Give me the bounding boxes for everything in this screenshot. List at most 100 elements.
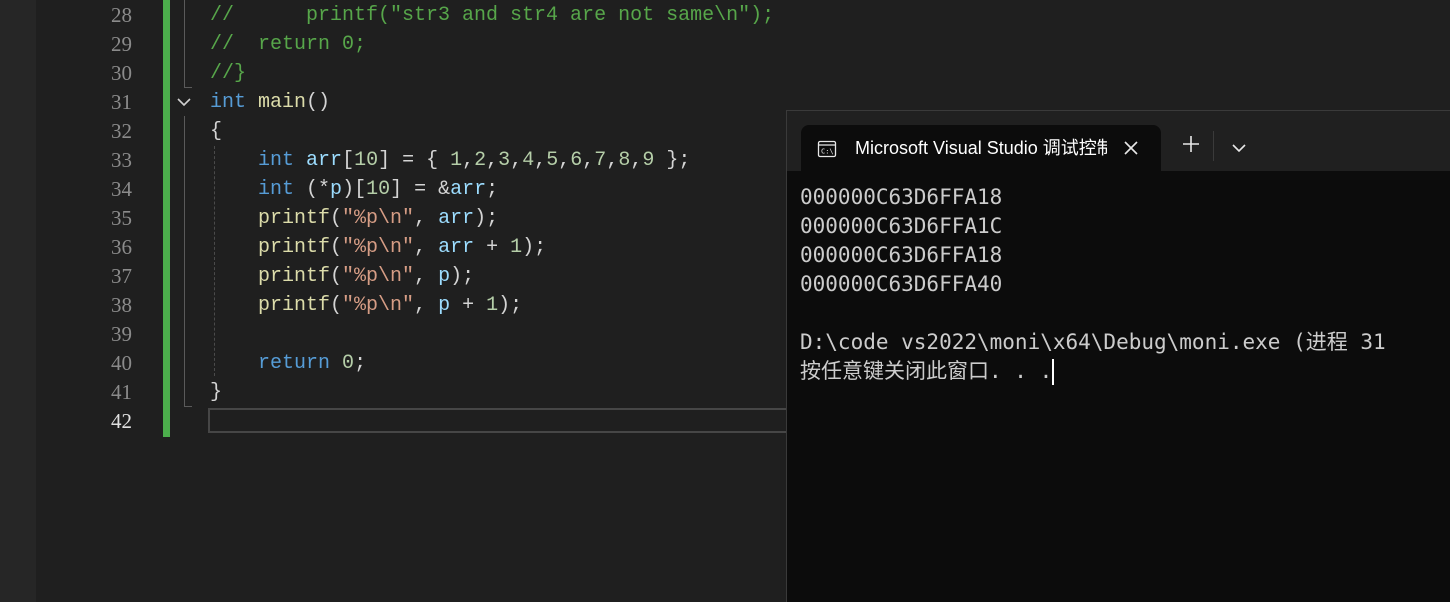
code-token: +: [474, 236, 511, 259]
code-token: };: [654, 149, 691, 172]
code-token: p: [330, 178, 343, 201]
code-line: printf("%p\n", p + 1);: [210, 291, 522, 320]
line-number: 31: [111, 90, 132, 114]
code-token: );: [498, 294, 523, 317]
code-line: }: [210, 378, 222, 407]
code-token: arr: [306, 149, 343, 172]
code-token: printf: [258, 236, 331, 259]
console-tab[interactable]: C:\ Microsoft Visual Studio 调试控制台: [801, 125, 1161, 171]
code-token: "%p\n": [342, 236, 415, 259]
console-line-text: 000000C63D6FFA1C: [800, 214, 1003, 238]
code-token: p: [438, 294, 451, 317]
code-token: (: [330, 236, 343, 259]
code-token: ;: [486, 178, 499, 201]
console-line-text: [800, 301, 813, 325]
code-token: )[: [342, 178, 367, 201]
change-tracking-bar: [163, 0, 170, 437]
code-token: (: [330, 294, 343, 317]
code-token: ,: [534, 149, 547, 172]
code-token: +: [450, 294, 487, 317]
line-number: 42: [111, 409, 132, 433]
code-token: 0: [342, 352, 355, 375]
code-token: (: [330, 207, 343, 230]
line-number: 30: [111, 61, 132, 85]
plus-icon[interactable]: [1179, 132, 1203, 156]
editor-margin: [0, 0, 36, 602]
line-number: 39: [111, 322, 132, 346]
code-token: ,: [606, 149, 619, 172]
current-line-highlight: [208, 408, 798, 433]
tab-title: Microsoft Visual Studio 调试控制台: [855, 138, 1107, 158]
chevron-down-icon[interactable]: [174, 92, 194, 112]
text-cursor: [1052, 359, 1055, 385]
code-token: 1: [486, 294, 499, 317]
code-line: int arr[10] = { 1,2,3,4,5,6,7,8,9 };: [210, 146, 690, 175]
code-token: p: [438, 265, 451, 288]
close-icon[interactable]: [1119, 136, 1143, 160]
chevron-down-icon[interactable]: [1227, 136, 1251, 160]
line-number: 35: [111, 206, 132, 230]
code-token: ,: [414, 236, 439, 259]
console-line: 按任意键关闭此窗口. . .: [800, 357, 1450, 386]
console-line-text: 000000C63D6FFA18: [800, 243, 1003, 267]
code-token: ,: [414, 265, 439, 288]
code-token: //}: [210, 62, 247, 85]
code-token: int: [258, 149, 295, 172]
code-token: 1: [510, 236, 523, 259]
code-token: );: [450, 265, 475, 288]
fold-outline: [184, 0, 185, 88]
code-token: 7: [594, 149, 607, 172]
fold-outline: [184, 116, 185, 406]
line-number: 29: [111, 32, 132, 56]
code-line: printf("%p\n", arr + 1);: [210, 233, 546, 262]
code-token: 2: [474, 149, 487, 172]
code-token: }: [210, 381, 223, 404]
console-line: 000000C63D6FFA1C: [800, 212, 1450, 241]
code-token: 1: [450, 149, 463, 172]
code-token: 5: [546, 149, 559, 172]
code-token: ] = {: [378, 149, 451, 172]
code-line: printf("%p\n", p);: [210, 262, 474, 291]
code-token: {: [210, 120, 223, 143]
code-token: "%p\n": [342, 207, 415, 230]
console-line-text: 按任意键关闭此窗口. . .: [800, 359, 1053, 383]
code-line: // return 0;: [210, 30, 366, 59]
console-line: [800, 299, 1450, 328]
code-line: printf("%p\n", arr);: [210, 204, 498, 233]
code-token: "%p\n": [342, 294, 415, 317]
code-token: int: [258, 178, 295, 201]
line-number: 34: [111, 177, 132, 201]
code-token: printf: [258, 294, 331, 317]
code-token: arr: [438, 236, 475, 259]
console-line: 000000C63D6FFA18: [800, 183, 1450, 212]
line-number: 37: [111, 264, 132, 288]
fold-outline-end: [184, 406, 192, 407]
code-token: ,: [486, 149, 499, 172]
code-token: arr: [450, 178, 487, 201]
console-line-text: 000000C63D6FFA18: [800, 185, 1003, 209]
code-token: ;: [354, 352, 367, 375]
code-token: [: [342, 149, 355, 172]
code-token: ,: [630, 149, 643, 172]
code-line: //}: [210, 59, 246, 88]
code-line: {: [210, 117, 222, 146]
fold-outline-end: [184, 87, 192, 88]
code-token: 10: [366, 178, 391, 201]
console-output[interactable]: 000000C63D6FFA18 000000C63D6FFA1C 000000C6…: [800, 183, 1450, 602]
code-token: // printf("str3 and str4 are not same\n"…: [210, 4, 775, 27]
code-token: "%p\n": [342, 265, 415, 288]
code-token: ] = &: [390, 178, 451, 201]
line-number: 33: [111, 148, 132, 172]
line-number: 32: [111, 119, 132, 143]
code-token: arr: [438, 207, 475, 230]
line-number: 28: [111, 3, 132, 27]
code-token: return: [258, 352, 331, 375]
debug-console-window[interactable]: C:\ Microsoft Visual Studio 调试控制台 000000…: [786, 110, 1450, 602]
